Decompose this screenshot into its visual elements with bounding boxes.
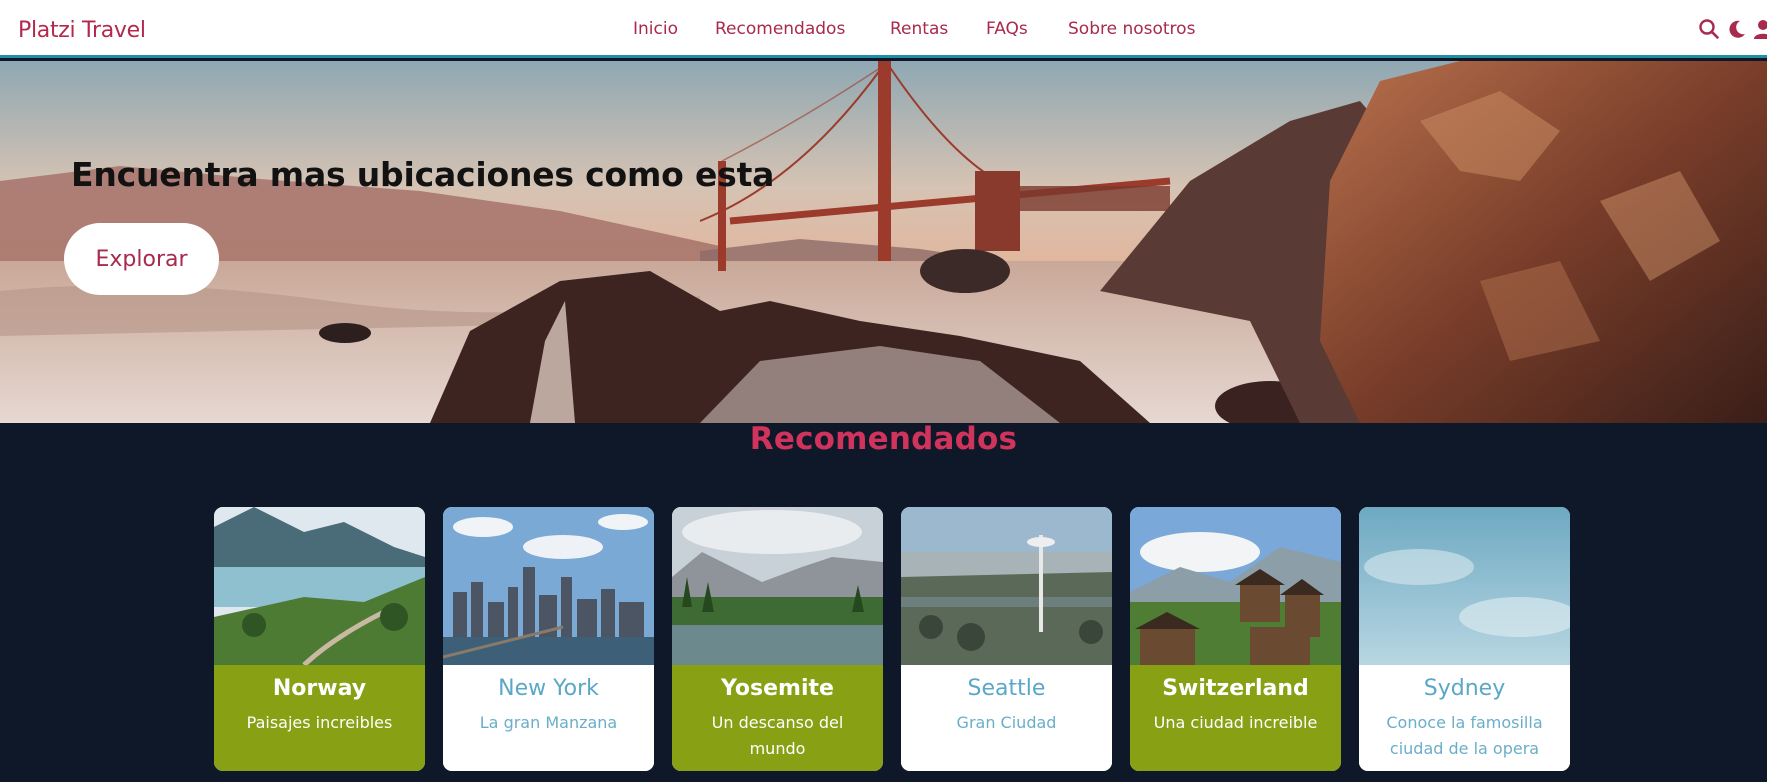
card-description: La gran Manzana <box>479 713 618 732</box>
card-title: Seattle <box>967 676 1046 701</box>
card-title: Sydney <box>1423 676 1506 701</box>
sydney-image <box>1359 507 1570 665</box>
card-body: Switzerland Una ciudad increible <box>1130 665 1341 771</box>
main-nav: Inicio Recomendados Rentas FAQs Sobre no… <box>0 19 1767 43</box>
card-new-york[interactable]: New York La gran Manzana <box>443 507 654 771</box>
card-title: Switzerland <box>1162 676 1309 701</box>
nav-link-inicio[interactable]: Inicio <box>633 19 678 39</box>
nav-link-recomendados[interactable]: Recomendados <box>715 19 845 39</box>
nav-link-faqs[interactable]: FAQs <box>986 19 1028 39</box>
nav-link-sobre-nosotros[interactable]: Sobre nosotros <box>1068 19 1195 39</box>
card-body: Sydney Conoce la famosilla ciudad de la … <box>1359 665 1570 771</box>
recommended-cards: Norway Paisajes increibles New York La g… <box>214 507 1574 772</box>
card-body: Seattle Gran Ciudad <box>901 665 1112 771</box>
recommended-title: Recomendados <box>749 421 1018 457</box>
switzerland-image <box>1130 507 1341 665</box>
card-seattle[interactable]: Seattle Gran Ciudad <box>901 507 1112 771</box>
site-header: Platzi Travel Inicio Recomendados Rentas… <box>0 0 1767 58</box>
search-icon[interactable] <box>1698 18 1720 40</box>
card-sydney[interactable]: Sydney Conoce la famosilla ciudad de la … <box>1359 507 1570 771</box>
header-icons <box>1667 18 1767 42</box>
moon-icon[interactable] <box>1726 18 1748 40</box>
new-york-image <box>443 507 654 665</box>
card-description: Un descanso del mundo <box>711 713 844 758</box>
card-description: Paisajes increibles <box>246 713 393 732</box>
hero-image <box>0 61 1767 423</box>
card-description: Conoce la famosilla ciudad de la opera <box>1386 713 1543 758</box>
card-norway[interactable]: Norway Paisajes increibles <box>214 507 425 771</box>
hero-title: Encuentra mas ubicaciones como esta <box>71 155 775 194</box>
card-description: Una ciudad increible <box>1153 713 1318 732</box>
card-body: Yosemite Un descanso del mundo <box>672 665 883 771</box>
card-title: Yosemite <box>721 676 834 701</box>
explore-button[interactable]: Explorar <box>64 223 219 295</box>
nav-link-rentas[interactable]: Rentas <box>890 19 948 39</box>
card-body: Norway Paisajes increibles <box>214 665 425 771</box>
card-switzerland[interactable]: Switzerland Una ciudad increible <box>1130 507 1341 771</box>
card-title: Norway <box>272 676 367 701</box>
hero-banner: Encuentra mas ubicaciones como esta Expl… <box>0 61 1767 423</box>
card-yosemite[interactable]: Yosemite Un descanso del mundo <box>672 507 883 771</box>
card-description: Gran Ciudad <box>956 713 1057 732</box>
user-icon[interactable] <box>1752 18 1767 40</box>
norway-image <box>214 507 425 665</box>
yosemite-image <box>672 507 883 665</box>
card-body: New York La gran Manzana <box>443 665 654 771</box>
card-title: New York <box>498 676 599 701</box>
seattle-image <box>901 507 1112 665</box>
